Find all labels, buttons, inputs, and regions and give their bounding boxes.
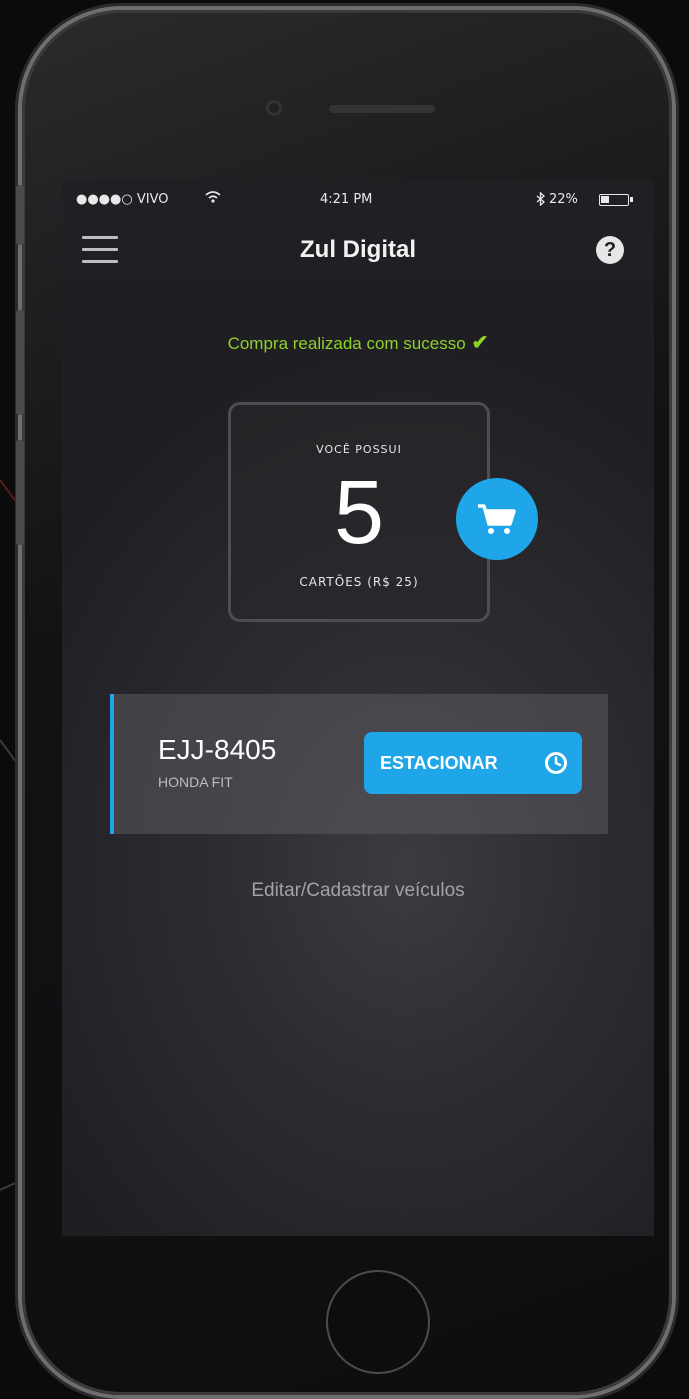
cart-icon	[478, 504, 516, 534]
nav-bar: Zul Digital ?	[62, 220, 654, 280]
edit-vehicles-link[interactable]: Editar/Cadastrar veículos	[62, 880, 654, 902]
page-title: Zul Digital	[300, 236, 416, 263]
status-bar: ●●●●○ VIVO 4:21 PM 22%	[62, 180, 654, 220]
wifi-icon	[205, 190, 221, 208]
carrier-label: ●●●●○ VIVO	[76, 192, 169, 207]
buy-cards-button[interactable]	[456, 478, 538, 560]
cards-top-label: VOCÊ POSSUI	[316, 443, 402, 456]
cards-balance-box: VOCÊ POSSUI 5 CARTÕES (R$ 25)	[228, 402, 490, 622]
bluetooth-icon	[536, 191, 545, 210]
volume-up-button	[16, 310, 24, 415]
clock-icon	[545, 752, 567, 774]
battery-percentage: 22%	[549, 192, 578, 207]
cards-count: 5	[333, 463, 385, 563]
front-camera	[266, 100, 282, 116]
mute-switch	[16, 185, 24, 245]
status-time: 4:21 PM	[320, 192, 373, 207]
home-button[interactable]	[326, 1270, 430, 1374]
park-button[interactable]: ESTACIONAR	[364, 732, 582, 794]
success-message-text: Compra realizada com sucesso	[227, 334, 466, 353]
earpiece-speaker	[329, 105, 435, 113]
app-screen: ●●●●○ VIVO 4:21 PM 22% Zul Digital ? Com…	[62, 180, 654, 1236]
check-icon: ✔	[471, 332, 489, 354]
cards-bottom-label: CARTÕES (R$ 25)	[299, 575, 419, 589]
vehicle-item[interactable]: EJJ-8405 HONDA FIT ESTACIONAR	[110, 694, 608, 834]
success-message: Compra realizada com sucesso ✔	[62, 330, 654, 355]
park-button-label: ESTACIONAR	[380, 753, 498, 773]
battery-icon	[599, 194, 633, 206]
help-icon[interactable]: ?	[596, 236, 624, 264]
vehicle-plate: EJJ-8405	[158, 734, 277, 765]
vehicle-model: HONDA FIT	[158, 774, 233, 790]
volume-down-button	[16, 440, 24, 545]
